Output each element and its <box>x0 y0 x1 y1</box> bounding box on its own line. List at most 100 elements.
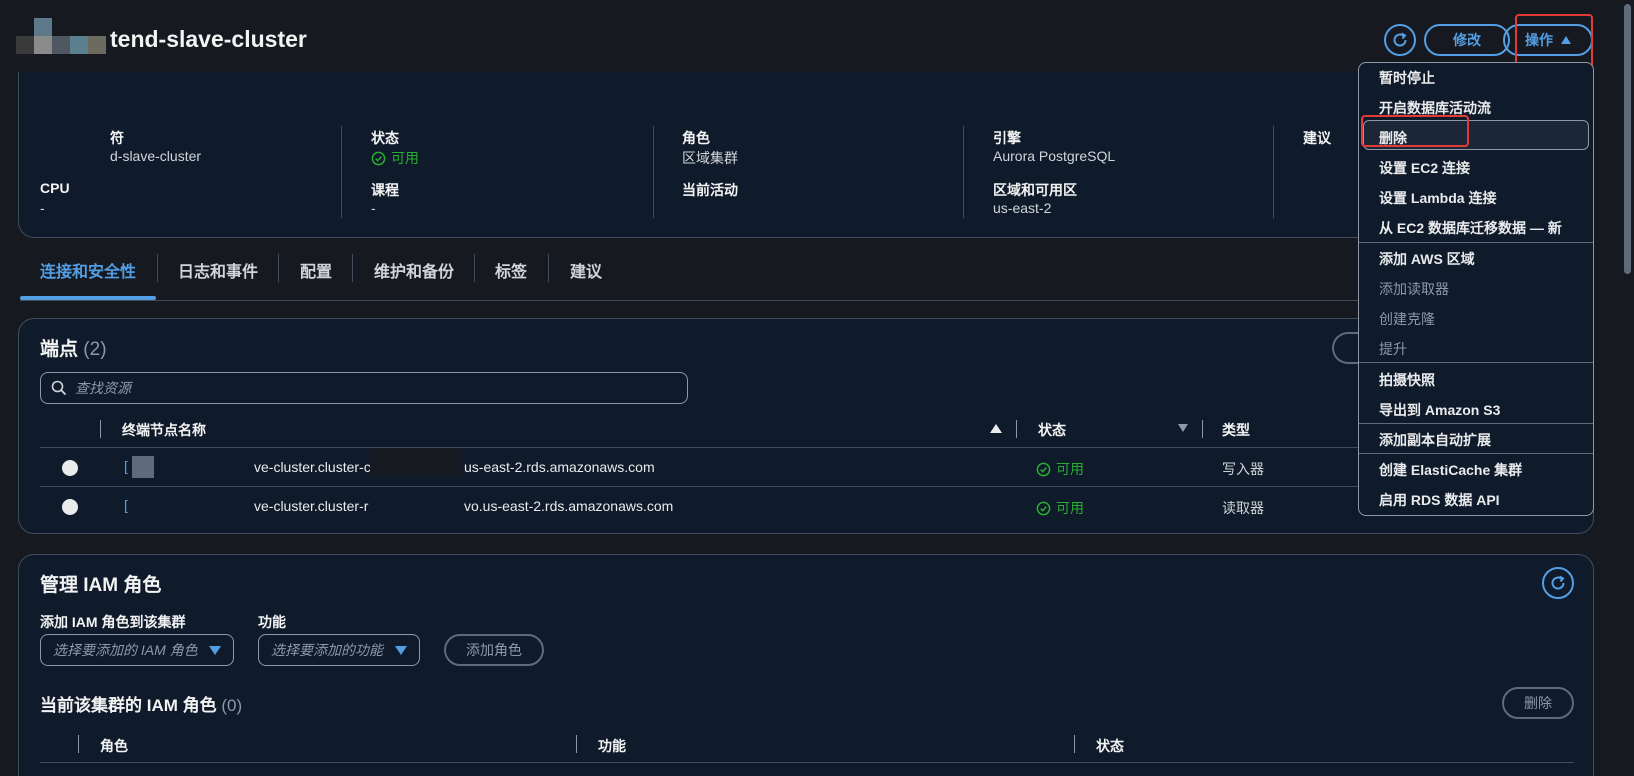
menu-item-add-region[interactable]: 添加 AWS 区域 <box>1379 249 1475 269</box>
summary-divider <box>653 126 654 218</box>
tab-tags[interactable]: 标签 <box>495 258 527 282</box>
menu-item-export-s3[interactable]: 导出到 Amazon S3 <box>1379 400 1500 420</box>
search-icon <box>51 380 67 396</box>
menu-item-elasticache[interactable]: 创建 ElastiCache 集群 <box>1379 460 1522 480</box>
delete-role-button[interactable]: 删除 <box>1502 687 1574 719</box>
iam-role-select[interactable]: 选择要添加的 IAM 角色 <box>40 634 234 666</box>
dropdown-caret-icon <box>209 646 221 655</box>
feature-select[interactable]: 选择要添加的功能 <box>258 634 420 666</box>
menu-item-promote: 提升 <box>1379 341 1407 357</box>
summary-divider <box>341 126 342 218</box>
refresh-button[interactable] <box>1384 24 1416 56</box>
iam-table-divider <box>40 762 1574 763</box>
menu-separator <box>1359 453 1593 454</box>
endpoint-name-mid[interactable]: ve-cluster.cluster-c <box>254 459 371 475</box>
menu-item-rds-data-api[interactable]: 启用 RDS 数据 API <box>1379 490 1500 510</box>
column-separator <box>1016 420 1017 438</box>
delete-highlight <box>1361 115 1469 147</box>
tab-logs-events[interactable]: 日志和事件 <box>178 258 258 282</box>
column-separator <box>576 735 577 753</box>
column-status[interactable]: 状态 <box>1038 420 1066 440</box>
delete-role-button-label: 删除 <box>1524 695 1552 711</box>
tab-separator <box>352 254 353 282</box>
tab-separator <box>474 254 475 282</box>
page-title: tend-slave-cluster <box>110 26 307 52</box>
status-value-text: 可用 <box>391 150 419 166</box>
feature-placeholder: 选择要添加的功能 <box>271 642 383 658</box>
endpoint-radio[interactable] <box>62 499 78 515</box>
tab-recommendations[interactable]: 建议 <box>570 258 602 282</box>
menu-item-lambda-connection[interactable]: 设置 Lambda 连接 <box>1379 188 1496 208</box>
menu-item-migrate-ec2[interactable]: 从 EC2 数据库迁移数据 — 新 <box>1379 218 1562 238</box>
endpoints-title-text: 端点 <box>40 339 79 360</box>
check-circle-icon <box>1036 501 1051 515</box>
scrollbar-thumb[interactable] <box>1624 4 1631 274</box>
sort-asc-icon[interactable] <box>990 424 1002 433</box>
iam-refresh-button[interactable] <box>1542 567 1574 599</box>
tab-separator <box>157 254 158 282</box>
dropdown-caret-icon <box>395 646 407 655</box>
role-value: 区域集群 <box>682 150 738 166</box>
menu-item-ec2-connection[interactable]: 设置 EC2 连接 <box>1379 158 1470 178</box>
menu-separator <box>1359 242 1593 243</box>
tab-connectivity[interactable]: 连接和安全性 <box>40 258 136 282</box>
engine-label: 引擎 <box>993 130 1021 146</box>
modify-button-label: 修改 <box>1453 32 1481 48</box>
column-separator <box>1202 420 1203 438</box>
add-iam-label: 添加 IAM 角色到该集群 <box>40 614 186 630</box>
menu-item-pause[interactable]: 暂时停止 <box>1379 68 1435 88</box>
sort-desc-icon[interactable] <box>1178 424 1188 432</box>
endpoint-link-prefix[interactable]: [ <box>124 497 128 513</box>
endpoint-status-text: 可用 <box>1056 500 1084 516</box>
tab-separator <box>548 254 549 282</box>
summary-divider <box>963 126 964 218</box>
status-value: 可用 <box>371 148 419 168</box>
menu-separator <box>1359 423 1593 424</box>
current-iam-count: (0) <box>221 696 243 715</box>
tabs-divider <box>20 300 1360 301</box>
search-input[interactable]: 查找资源 <box>40 372 688 404</box>
check-circle-icon <box>371 151 386 165</box>
menu-item-replica-autoscaling[interactable]: 添加副本自动扩展 <box>1379 430 1491 450</box>
endpoint-link-prefix[interactable]: [ <box>124 458 128 474</box>
current-iam-title-text: 当前该集群的 IAM 角色 <box>40 696 217 715</box>
endpoint-radio[interactable] <box>62 460 78 476</box>
column-feature[interactable]: 功能 <box>598 736 626 756</box>
role-label: 角色 <box>682 130 710 146</box>
feature-label: 功能 <box>258 614 286 630</box>
table-header-divider <box>40 447 1360 448</box>
column-endpoint-name[interactable]: 终端节点名称 <box>122 420 206 440</box>
menu-item-add-reader: 添加读取器 <box>1379 281 1449 297</box>
modify-button[interactable]: 修改 <box>1424 24 1510 56</box>
endpoint-name-end[interactable]: vo.us-east-2.rds.amazonaws.com <box>464 498 673 514</box>
activity-label: 当前活动 <box>682 182 738 198</box>
column-iam-status[interactable]: 状态 <box>1096 736 1124 756</box>
column-role[interactable]: 角色 <box>100 736 128 756</box>
redacted-block <box>132 456 154 478</box>
region-value: us-east-2 <box>993 200 1052 216</box>
iam-role-placeholder: 选择要添加的 IAM 角色 <box>53 642 198 658</box>
refresh-icon <box>1551 575 1565 590</box>
table-row-divider <box>40 486 1360 487</box>
endpoint-status-text: 可用 <box>1056 461 1084 477</box>
iam-title: 管理 IAM 角色 <box>40 575 162 596</box>
refresh-icon <box>1393 32 1407 47</box>
menu-item-snapshot[interactable]: 拍摄快照 <box>1379 370 1435 390</box>
add-role-button[interactable]: 添加角色 <box>444 634 544 666</box>
add-role-button-label: 添加角色 <box>466 642 522 658</box>
endpoint-status: 可用 <box>1036 459 1084 479</box>
column-type[interactable]: 类型 <box>1222 420 1250 440</box>
iam-panel <box>18 554 1594 776</box>
endpoint-name-end[interactable]: us-east-2.rds.amazonaws.com <box>464 459 655 475</box>
search-placeholder: 查找资源 <box>75 380 131 396</box>
tab-maintenance-backup[interactable]: 维护和备份 <box>374 258 454 282</box>
current-iam-title: 当前该集群的 IAM 角色 (0) <box>40 691 242 716</box>
cpu-label: CPU <box>40 180 70 196</box>
identifier-label: 符 <box>110 130 124 146</box>
redacted-block <box>370 488 462 518</box>
column-separator <box>100 420 101 438</box>
column-separator <box>78 735 79 753</box>
endpoint-name-mid[interactable]: ve-cluster.cluster-r <box>254 498 368 514</box>
tab-separator <box>278 254 279 282</box>
tab-configuration[interactable]: 配置 <box>300 258 332 282</box>
